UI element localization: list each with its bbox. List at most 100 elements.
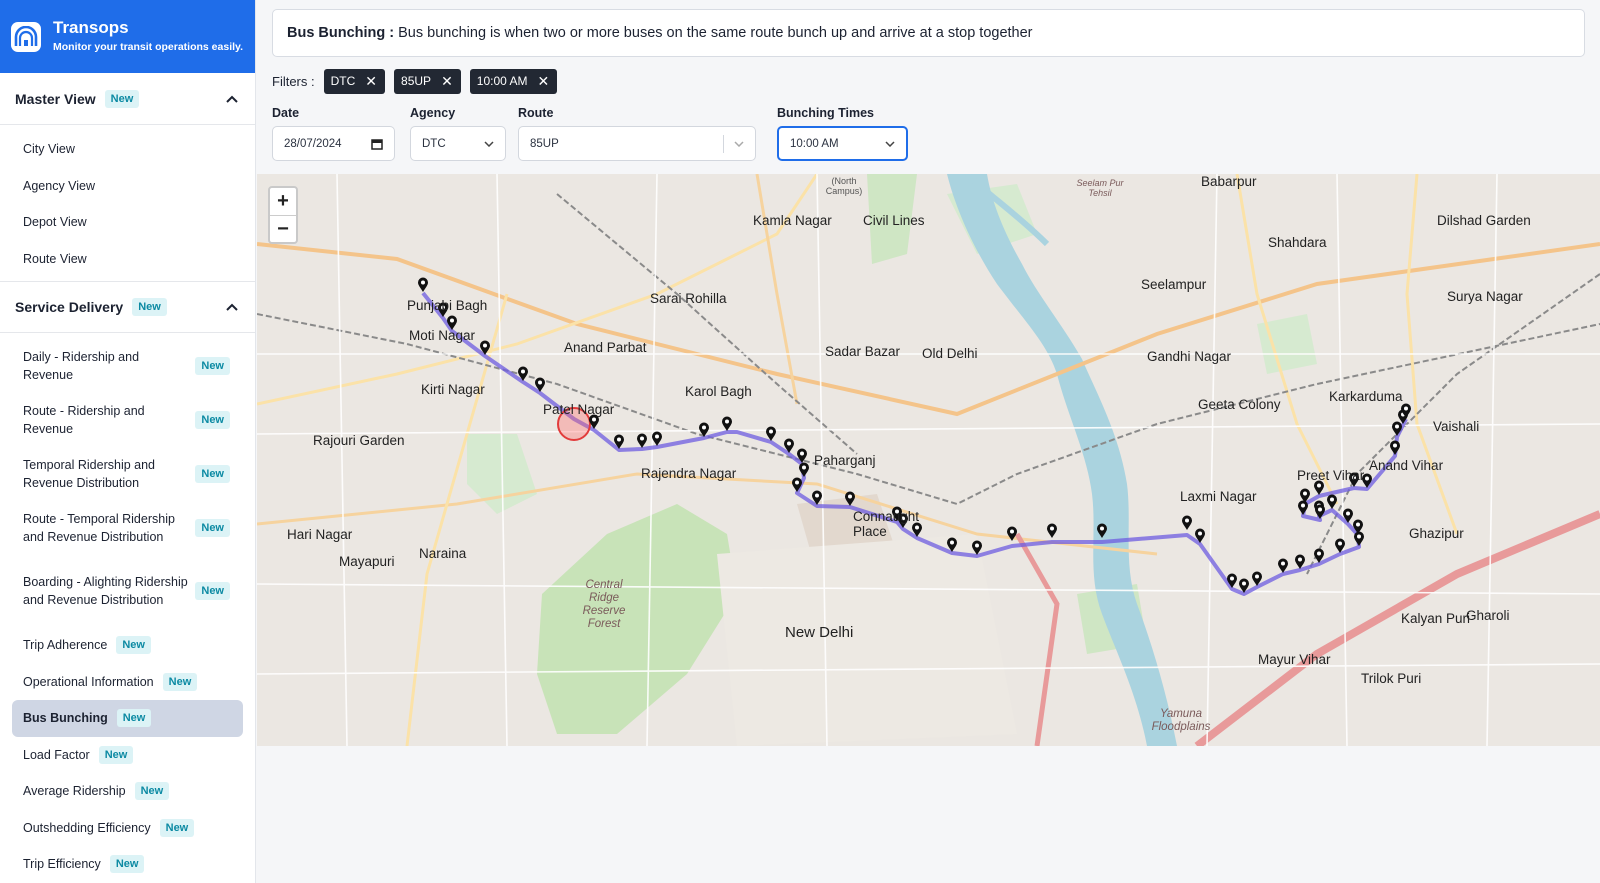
sidebar-item-daily-ridership[interactable]: Daily - Ridership and Revenue New <box>12 339 243 393</box>
sidebar-item-trip-adherence[interactable]: Trip Adherence New <box>12 627 243 664</box>
bus-stop-pin-icon[interactable] <box>1342 508 1354 524</box>
sidebar-item-route-ridership[interactable]: Route - Ridership and Revenue New <box>12 393 243 447</box>
new-delhi-district <box>717 534 1017 746</box>
bus-stop-pin-icon[interactable] <box>1277 558 1289 574</box>
route-field: Route 85UP <box>518 106 756 161</box>
bus-stop-pin-icon[interactable] <box>1314 504 1326 520</box>
bus-stop-pin-icon[interactable] <box>534 377 546 393</box>
section-master-view[interactable]: Master View New <box>0 73 255 125</box>
sidebar-item-agency-view[interactable]: Agency View <box>12 168 243 205</box>
bus-stop-pin-icon[interactable] <box>636 433 648 449</box>
map-label: Anand Vihar <box>1369 458 1444 473</box>
chevron-down-icon[interactable] <box>734 140 744 147</box>
bus-stop-pin-icon[interactable] <box>698 422 710 438</box>
bus-stop-pin-icon[interactable] <box>1194 528 1206 544</box>
bus-stop-pin-icon[interactable] <box>791 477 803 493</box>
bus-stop-pin-icon[interactable] <box>971 540 983 556</box>
bus-stop-pin-icon[interactable] <box>1389 440 1401 456</box>
new-badge: New <box>195 582 230 600</box>
new-badge: New <box>195 357 230 375</box>
sidebar-item-trip-efficiency[interactable]: Trip Efficiency New <box>12 846 243 883</box>
bus-stop-pin-icon[interactable] <box>1326 494 1338 510</box>
brand-header[interactable]: Transops Monitor your transit operations… <box>0 0 255 73</box>
map-label: Mayur Vihar <box>1258 652 1331 667</box>
close-icon[interactable]: ✕ <box>538 74 550 88</box>
chevron-down-icon[interactable] <box>885 140 895 147</box>
map-label: Seelam Pur Tehsil <box>1076 178 1124 198</box>
map-label: Surya Nagar <box>1447 289 1523 304</box>
chevron-down-icon[interactable] <box>484 140 494 147</box>
bus-stop-pin-icon[interactable] <box>651 431 663 447</box>
filter-chip-route[interactable]: 85UP ✕ <box>394 68 461 94</box>
map-label: Kamla Nagar <box>753 213 832 228</box>
filter-chip-agency[interactable]: DTC ✕ <box>323 68 386 94</box>
chevron-up-icon[interactable] <box>224 91 240 107</box>
bus-stop-pin-icon[interactable] <box>1251 571 1263 587</box>
map-label: Preet Vihar <box>1297 468 1365 483</box>
bus-stop-pin-icon[interactable] <box>1299 488 1311 504</box>
bus-stop-pin-icon[interactable] <box>1400 403 1412 419</box>
bus-stop-pin-icon[interactable] <box>811 490 823 506</box>
sidebar-item-operational-information[interactable]: Operational Information New <box>12 664 243 701</box>
filter-chip-time[interactable]: 10:00 AM ✕ <box>469 68 558 94</box>
map-label: Rajendra Nagar <box>641 466 737 481</box>
bus-stop-pin-icon[interactable] <box>417 277 429 293</box>
map-label: Naraina <box>419 546 467 561</box>
sidebar-item-route-temporal-ridership[interactable]: Route - Temporal Ridership and Revenue D… <box>12 501 243 555</box>
bus-stop-pin-icon[interactable] <box>1334 538 1346 554</box>
calendar-icon[interactable] <box>371 138 383 150</box>
zoom-control: + − <box>268 186 298 244</box>
sidebar-item-outshedding-efficiency[interactable]: Outshedding Efficiency New <box>12 810 243 847</box>
bus-stop-pin-icon[interactable] <box>1046 523 1058 539</box>
new-badge: New <box>104 89 140 108</box>
chevron-up-icon[interactable] <box>224 299 240 315</box>
sidebar-item-depot-view[interactable]: Depot View <box>12 204 243 241</box>
sidebar-item-temporal-ridership[interactable]: Temporal Ridership and Revenue Distribut… <box>12 447 243 501</box>
bunching-times-select[interactable]: 10:00 AM <box>777 126 908 161</box>
zoom-out-button[interactable]: − <box>270 215 296 242</box>
bus-stop-pin-icon[interactable] <box>479 340 491 356</box>
bus-stop-pin-icon[interactable] <box>1226 573 1238 589</box>
map-label: (North Campus) <box>825 176 863 196</box>
bus-stop-pin-icon[interactable] <box>1006 526 1018 542</box>
main-content: Bus Bunching : Bus bunching is when two … <box>256 0 1600 883</box>
new-badge: New <box>134 782 170 801</box>
sidebar: Transops Monitor your transit operations… <box>0 0 256 883</box>
sidebar-item-load-factor[interactable]: Load Factor New <box>12 737 243 774</box>
map-label: Kalyan Puri <box>1401 611 1471 626</box>
bus-stop-pin-icon[interactable] <box>721 416 733 432</box>
sidebar-item-city-view[interactable]: City View <box>12 131 243 168</box>
new-badge: New <box>98 745 134 764</box>
bus-stop-pin-icon[interactable] <box>765 426 777 442</box>
bus-stop-pin-icon[interactable] <box>1096 523 1108 539</box>
zoom-in-button[interactable]: + <box>270 188 296 215</box>
sidebar-item-average-ridership[interactable]: Average Ridership New <box>12 773 243 810</box>
map-label: Geeta Colony <box>1198 397 1281 412</box>
bus-stop-pin-icon[interactable] <box>783 438 795 454</box>
close-icon[interactable]: ✕ <box>365 74 377 88</box>
bus-stop-pin-icon[interactable] <box>1294 554 1306 570</box>
bus-stop-pin-icon[interactable] <box>517 366 529 382</box>
bus-stop-pin-icon[interactable] <box>844 491 856 507</box>
sidebar-item-bus-bunching[interactable]: Bus Bunching New <box>12 700 243 737</box>
bus-stop-pin-icon[interactable] <box>946 537 958 553</box>
bus-stop-pin-icon[interactable] <box>798 462 810 478</box>
bus-stop-pin-icon[interactable] <box>613 434 625 450</box>
map-label: Old Delhi <box>922 346 978 361</box>
filters-label: Filters : <box>272 73 315 89</box>
section-service-delivery[interactable]: Service Delivery New <box>0 281 255 333</box>
sidebar-item-boarding-alighting[interactable]: Boarding - Alighting Ridership and Reven… <box>12 555 243 627</box>
bus-stop-pin-icon[interactable] <box>1238 578 1250 594</box>
map-label: Babarpur <box>1201 174 1257 189</box>
map-label: Trilok Puri <box>1361 671 1422 686</box>
route-select[interactable]: 85UP <box>518 126 756 161</box>
agency-select[interactable]: DTC <box>410 126 506 161</box>
route-map[interactable]: Punjabi Bagh Moti Nagar Kirti Nagar Rajo… <box>257 174 1600 746</box>
close-icon[interactable]: ✕ <box>441 74 453 88</box>
new-badge: New <box>116 636 151 655</box>
new-badge: New <box>195 519 230 537</box>
bus-stop-pin-icon[interactable] <box>1181 515 1193 531</box>
bus-stop-pin-icon[interactable] <box>1313 548 1325 564</box>
date-input[interactable]: 28/07/2024 <box>272 126 395 161</box>
sidebar-item-route-view[interactable]: Route View <box>12 241 243 278</box>
